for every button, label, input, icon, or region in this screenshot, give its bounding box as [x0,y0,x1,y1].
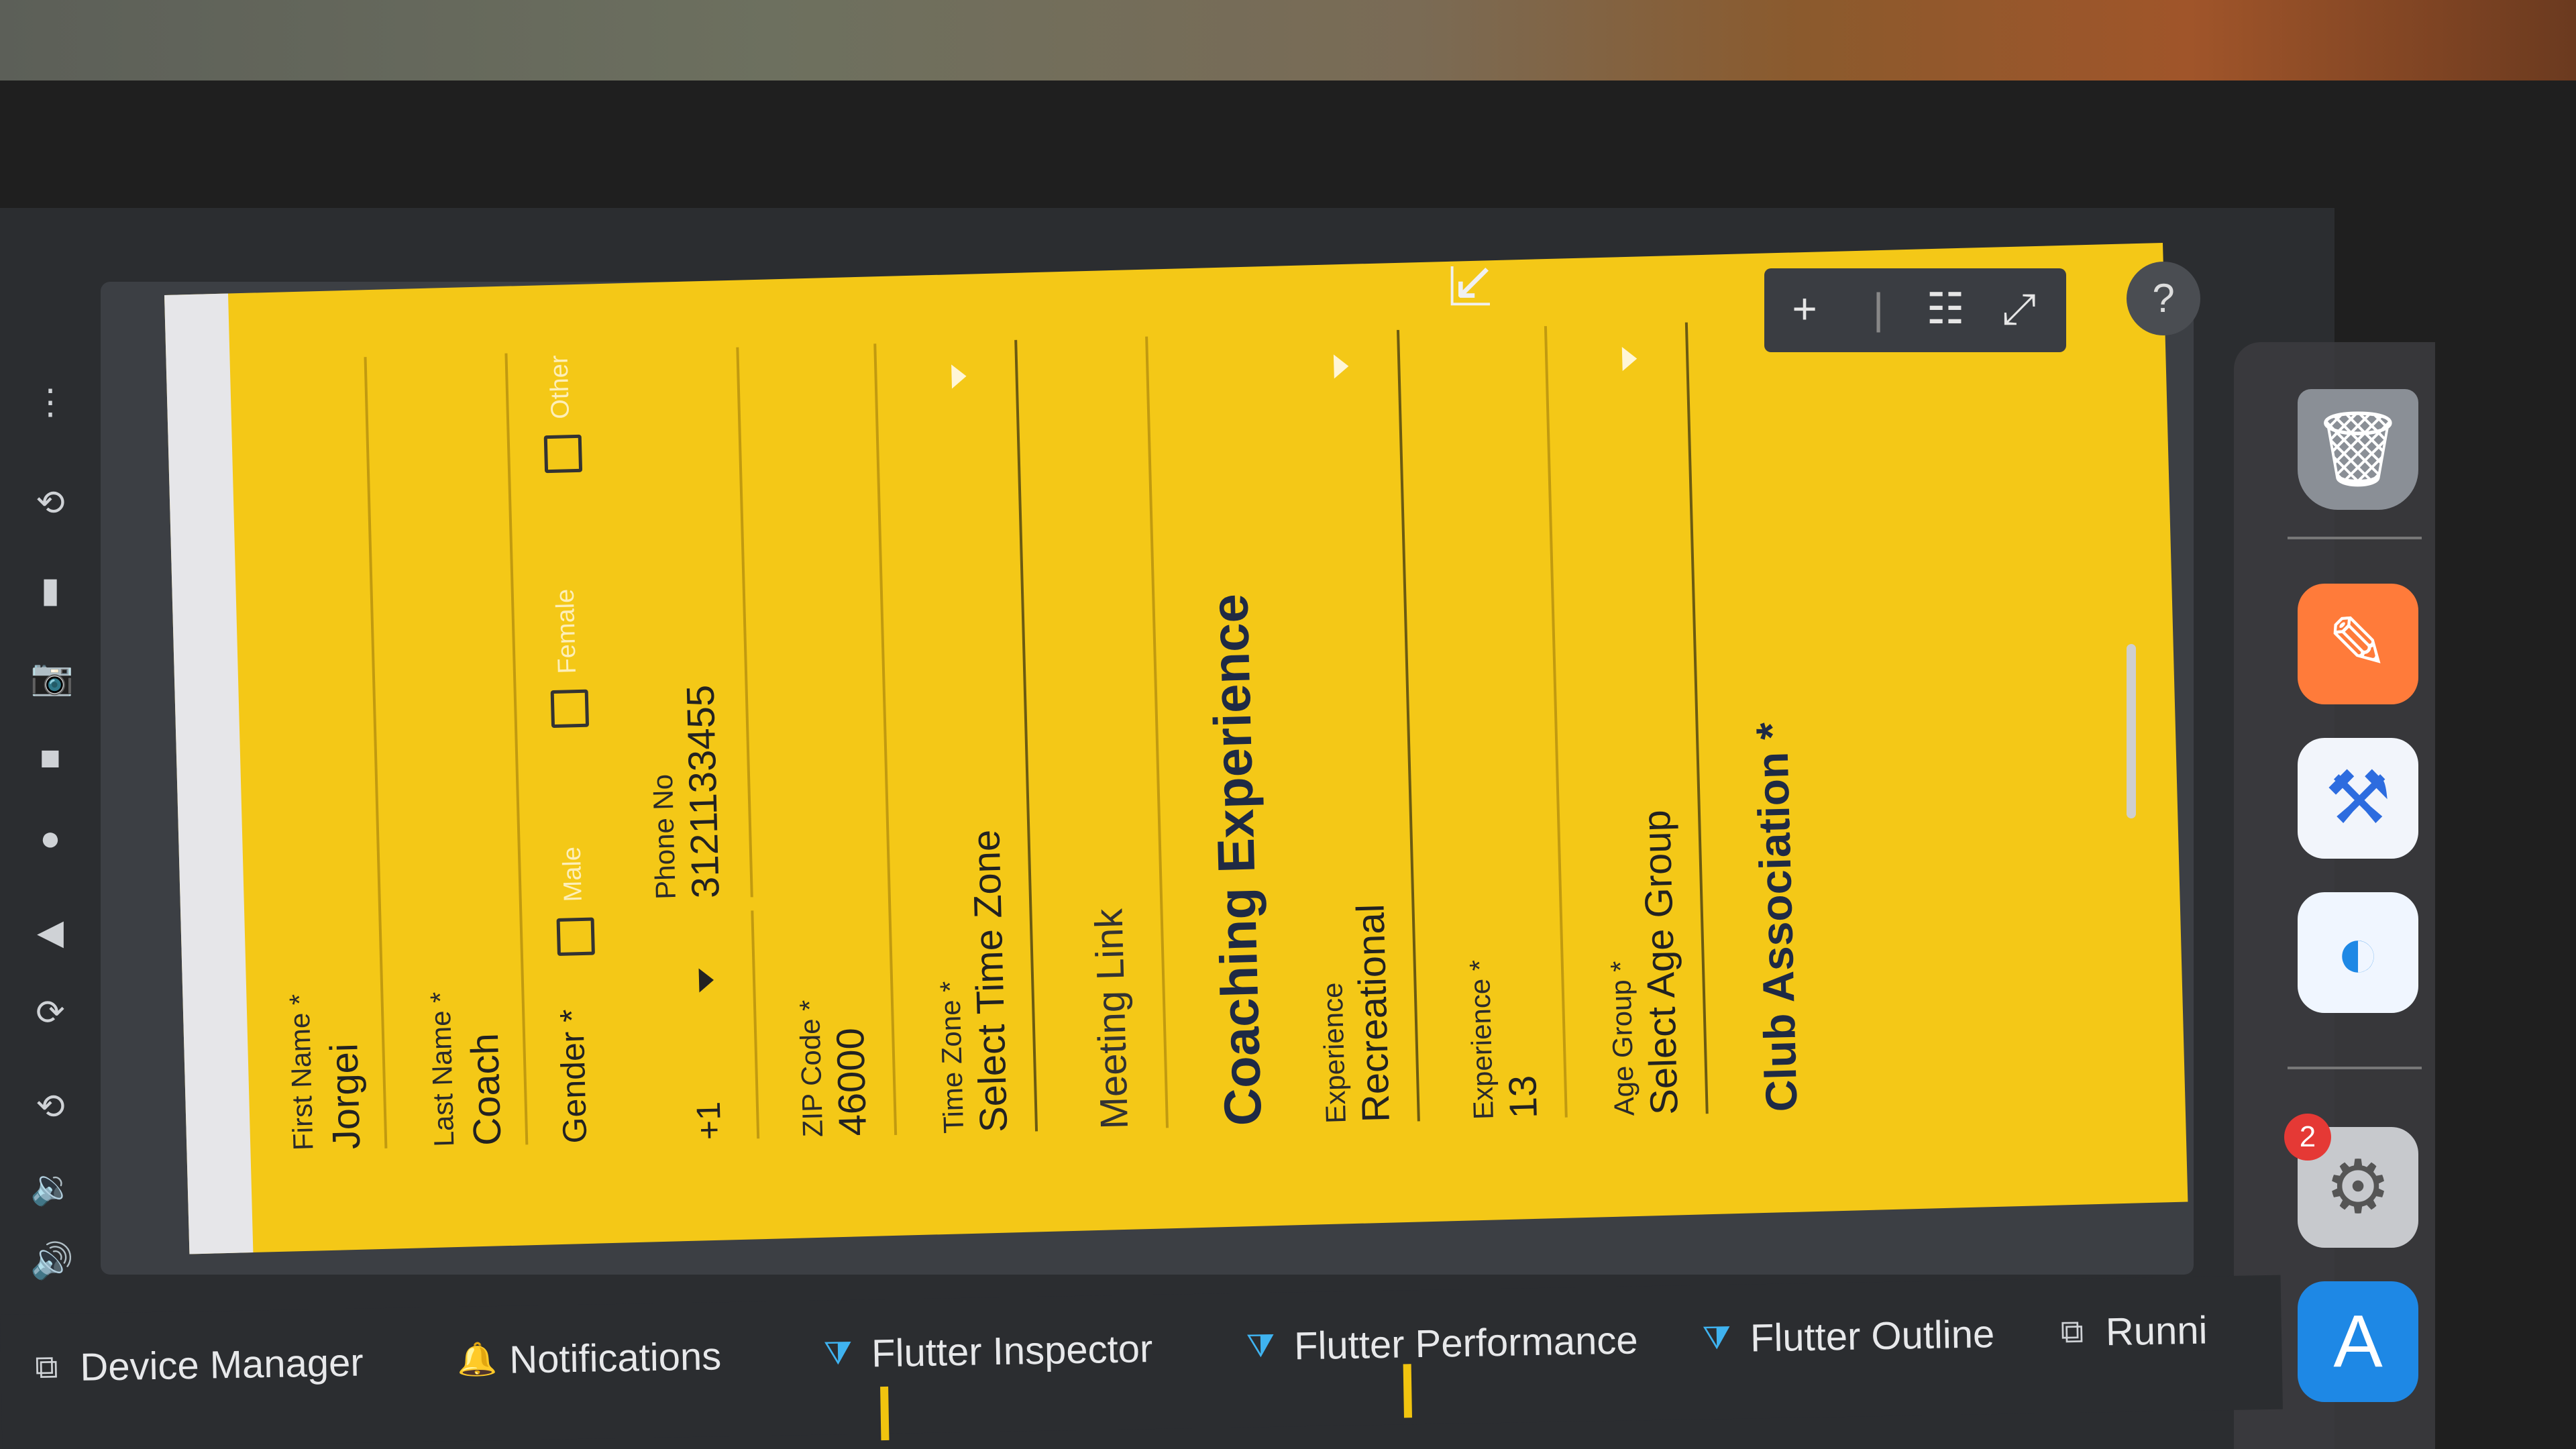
tab-label: Flutter Performance [1293,1318,1639,1368]
country-code[interactable]: +1 [689,1101,729,1140]
gender-other-label: Other [545,355,576,420]
last-name-underline [504,353,529,1145]
first-name-underline [364,357,388,1148]
help-icon[interactable]: ? [2127,262,2200,335]
add-icon[interactable]: + [1778,282,1831,335]
zip-label: ZIP Code * [793,999,829,1138]
time-zone-dropdown-icon[interactable] [951,364,967,389]
gender-male-label: Male [557,846,588,902]
gender-male-checkbox[interactable] [556,917,595,956]
meeting-link-field[interactable]: Meeting Link [1086,908,1137,1130]
country-code-underline [751,910,760,1139]
postman-icon[interactable]: ✎ [2298,584,2418,704]
tab-flutter-outline[interactable]: ⧩ Flutter Outline [1697,1307,1995,1366]
meeting-link-underline [1145,336,1169,1128]
dock-separator [2288,537,2422,539]
tab-flutter-performance[interactable]: ⧩ Flutter Performance [1241,1313,1638,1373]
emulator-toolbar: ⏻ 🔊 🔉 ⟲ ⟳ ◀ ● ■ 📷 ▮ ⟲ ⋮ [0,215,101,1355]
more-icon[interactable]: ⋮ [30,382,70,423]
phone-label: Phone No [646,773,682,900]
tab-device-manager[interactable]: ⧉ Device Manager [28,1336,364,1395]
country-code-dropdown-icon[interactable] [698,967,714,993]
time-zone-select[interactable]: Select Time Zone [963,829,1016,1133]
age-group-underline [1684,322,1709,1114]
app-screen: First Name * Jorgei Last Name * Coach Ge… [164,242,2188,1254]
club-association-heading: Club Association * [1746,721,1807,1113]
photo-stage: ⏻ 🔊 🔉 ⟲ ⟳ ◀ ● ■ 📷 ▮ ⟲ ⋮ First Name * Jor… [0,0,2576,1449]
last-name-field[interactable]: Coach [462,1032,510,1146]
xcode-icon[interactable]: ⚒ [2298,738,2418,859]
first-name-label: First Name * [283,994,319,1151]
gender-label: Gender * [553,1008,594,1144]
scrollbar[interactable] [2127,644,2136,818]
first-name-field[interactable]: Jorgei [321,1043,369,1150]
last-name-label: Last Name * [424,991,460,1148]
experience-years-field[interactable]: 13 [1500,1075,1546,1119]
accent-marker [1403,1364,1412,1418]
zip-underline [873,343,898,1135]
snapshot-icon[interactable]: ⟲ [30,483,70,523]
run-icon: ⧉ [2060,1313,2084,1350]
volume-up-icon[interactable]: 🔊 [30,1241,74,1281]
gender-female-checkbox[interactable] [550,689,590,729]
experience-years-label: Experience * [1463,959,1499,1120]
time-zone-label: Time Zone * [934,980,970,1134]
age-group-dropdown-icon[interactable] [1621,346,1638,372]
tab-label: Runni [2105,1308,2208,1354]
status-strip [164,293,254,1254]
emulator-frame: First Name * Jorgei Last Name * Coach Ge… [101,242,2194,1275]
trash-icon[interactable]: 🗑 [2298,389,2418,510]
accent-marker [880,1386,890,1441]
profile-form: First Name * Jorgei Last Name * Coach Ge… [239,264,2167,1205]
phone-underline [736,347,753,898]
emulator-mini-toolbar: + | ☷ ⤢ [1764,268,2066,352]
gender-female-label: Female [551,588,582,675]
age-group-label: Age Group * [1604,960,1640,1117]
app-store-icon[interactable]: A [2298,1281,2418,1402]
rotate-left-icon[interactable]: ⟲ [30,1087,70,1127]
tab-label: Flutter Inspector [871,1326,1153,1375]
tab-notifications[interactable]: 🔔 Notifications [457,1329,722,1387]
camera-icon[interactable]: 📷 [30,657,74,698]
flutter-icon: ⧩ [1246,1328,1275,1364]
device-manager-icon: ⧉ [34,1349,58,1386]
experience-level-dropdown-icon[interactable] [1333,354,1349,379]
dock-separator [2288,1067,2422,1069]
mouse-cursor-icon: ⇱ [1442,263,1502,309]
experience-level-label: Experience [1316,982,1352,1124]
record-icon[interactable]: ▮ [30,570,70,610]
experience-level-select[interactable]: Recreational [1348,904,1399,1123]
notifications-icon: 🔔 [456,1342,498,1379]
flutter-icon: ⧩ [823,1335,853,1372]
separator: | [1872,284,1884,333]
coaching-experience-heading: Coaching Experience [1199,593,1273,1127]
tab-running-devices[interactable]: ⧉ Runni [2053,1303,2208,1360]
notification-badge: 2 [2284,1114,2331,1161]
experience-level-underline [1396,329,1420,1122]
overview-icon[interactable]: ■ [30,738,70,778]
tab-flutter-inspector[interactable]: ⧩ Flutter Inspector [819,1322,1153,1381]
expand-icon[interactable]: ⤢ [1992,282,2046,335]
phone-field[interactable]: 3121133455 [678,684,728,899]
time-zone-underline [1014,339,1038,1132]
experience-years-underline [1544,326,1568,1118]
list-icon[interactable]: ☷ [1919,282,1972,335]
back-icon[interactable]: ◀ [30,912,70,953]
age-group-select[interactable]: Select Age Group [1634,810,1687,1116]
gender-other-checkbox[interactable] [543,434,583,474]
tab-label: Flutter Outline [1750,1311,1995,1360]
home-icon[interactable]: ● [30,818,70,859]
tab-label: Notifications [508,1334,722,1382]
zip-field[interactable]: 46000 [828,1027,875,1136]
volume-down-icon[interactable]: 🔉 [30,1167,74,1208]
edge-icon[interactable]: ◐ [2298,892,2418,1013]
tab-label: Device Manager [79,1340,364,1389]
rotate-right-icon[interactable]: ⟳ [30,993,70,1033]
flutter-icon: ⧩ [1702,1320,1731,1356]
